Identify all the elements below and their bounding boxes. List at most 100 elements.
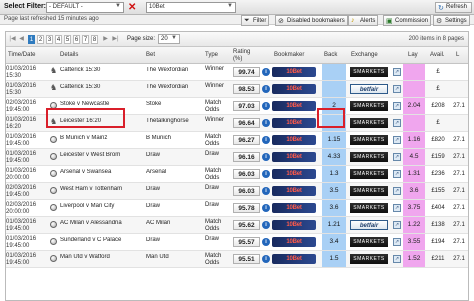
info-icon[interactable]: i — [262, 153, 270, 161]
row-rating: 96.27 — [233, 135, 260, 145]
last-page-button[interactable]: ▶| — [112, 35, 119, 44]
bookmaker-logo[interactable]: 10Bet — [272, 118, 316, 128]
table-row[interactable]: 01/03/2016 15:30 ♞ Catterick 15:30 The Wexfo… — [6, 81, 468, 98]
col-rating[interactable]: Rating (%) — [233, 49, 259, 63]
page-7-button[interactable]: 7 — [82, 35, 89, 44]
exchange-logo[interactable]: SMARKETS — [350, 67, 388, 77]
col-details[interactable]: Details — [60, 52, 78, 59]
table-row[interactable]: 01/03/2016 15:30 ♞ Catterick 15:30 The Wexfo… — [6, 64, 468, 81]
exchange-logo[interactable]: SMARKETS — [350, 169, 388, 179]
page-8-button[interactable]: 8 — [91, 35, 98, 44]
page-4-button[interactable]: 4 — [55, 35, 62, 44]
page-3-button[interactable]: 3 — [46, 35, 53, 44]
exchange-logo[interactable]: betfair — [350, 220, 388, 230]
row-datetime: 01/03/2016 19:45:00 — [6, 253, 42, 266]
table-row[interactable]: 01/03/2016 16:20 ♞ Leicester 16:20 Thetalkin… — [6, 115, 468, 132]
col-time[interactable]: Time/Date — [8, 52, 35, 59]
open-link-icon[interactable]: ↗ — [393, 187, 401, 195]
exchange-logo[interactable]: betfair — [350, 84, 388, 94]
exchange-logo[interactable]: SMARKETS — [350, 203, 388, 213]
first-page-button[interactable]: |◀ — [9, 35, 16, 44]
col-last[interactable]: L — [456, 52, 459, 59]
bookmaker-logo[interactable]: 10Bet — [272, 152, 316, 162]
open-link-icon[interactable]: ↗ — [393, 153, 401, 161]
bookmaker-logo[interactable]: 10Bet — [272, 169, 316, 179]
bookmaker-logo[interactable]: 10Bet — [272, 101, 316, 111]
refresh-button[interactable]: ↻ Refresh — [435, 2, 472, 13]
settings-button[interactable]: ⚙ Settings — [433, 15, 470, 26]
disabled-bookmakers-button[interactable]: ⊘ Disabled bookmakers — [275, 15, 348, 26]
info-icon[interactable]: i — [262, 102, 270, 110]
info-icon[interactable]: i — [262, 187, 270, 195]
info-icon[interactable]: i — [262, 119, 270, 127]
exchange-logo[interactable]: SMARKETS — [350, 237, 388, 247]
bookmaker-logo[interactable]: 10Bet — [272, 203, 316, 213]
bookmaker-logo[interactable]: 10Bet — [272, 84, 316, 94]
chevron-down-icon: ▼ — [115, 3, 121, 9]
info-icon[interactable]: i — [262, 204, 270, 212]
info-icon[interactable]: i — [262, 136, 270, 144]
open-link-icon[interactable]: ↗ — [393, 136, 401, 144]
col-lay[interactable]: Lay — [408, 52, 418, 59]
open-link-icon[interactable]: ↗ — [393, 170, 401, 178]
bookmaker-select[interactable]: 10Bet ▼ — [146, 2, 236, 13]
table-row[interactable]: 01/03/2016 19:45:00 Sunderland v C Palace D… — [6, 234, 468, 251]
table-row[interactable]: 01/03/2016 20:00:00 Arsenal v Swansea Arsen… — [6, 166, 468, 183]
table-row[interactable]: 02/03/2016 20:00:00 Liverpool v Man City Dr… — [6, 200, 468, 217]
bookmaker-logo[interactable]: 10Bet — [272, 67, 316, 77]
exchange-logo[interactable]: SMARKETS — [350, 186, 388, 196]
open-link-icon[interactable]: ↗ — [393, 238, 401, 246]
filter-select[interactable]: - DEFAULT - ▼ — [46, 2, 124, 13]
open-link-icon[interactable]: ↗ — [393, 68, 401, 76]
col-avail[interactable]: Avail. — [430, 52, 445, 59]
open-link-icon[interactable]: ↗ — [393, 221, 401, 229]
next-page-button[interactable]: ▶ — [102, 35, 109, 44]
col-bet[interactable]: Bet — [146, 52, 155, 59]
open-link-icon[interactable]: ↗ — [393, 255, 401, 263]
info-icon[interactable]: i — [262, 255, 270, 263]
open-link-icon[interactable]: ↗ — [393, 204, 401, 212]
exchange-logo[interactable]: SMARKETS — [350, 101, 388, 111]
col-bookmaker[interactable]: Bookmaker — [274, 52, 304, 59]
exchange-logo[interactable]: SMARKETS — [350, 135, 388, 145]
bookmaker-logo[interactable]: 10Bet — [272, 220, 316, 230]
row-last: 27.1 — [453, 256, 465, 262]
table-row[interactable]: 02/03/2016 19:45:00 Stoke v Newcastle Stoke… — [6, 98, 468, 115]
page-2-button[interactable]: 2 — [37, 35, 44, 44]
col-exchange[interactable]: Exchange — [351, 52, 378, 59]
info-icon[interactable]: i — [262, 238, 270, 246]
bookmaker-logo[interactable]: 10Bet — [272, 186, 316, 196]
commission-button[interactable]: ▣ Commission — [383, 15, 432, 26]
info-icon[interactable]: i — [262, 170, 270, 178]
row-available: £155 — [431, 188, 445, 194]
info-icon[interactable]: i — [262, 85, 270, 93]
exchange-logo[interactable]: SMARKETS — [350, 254, 388, 264]
col-type[interactable]: Type — [205, 52, 218, 59]
bookmaker-logo[interactable]: 10Bet — [272, 135, 316, 145]
alerts-button[interactable]: ♪ Alerts — [348, 15, 379, 26]
exchange-logo[interactable]: SMARKETS — [350, 118, 388, 128]
page-size-select[interactable]: 20 ▼ — [158, 34, 180, 44]
info-icon[interactable]: i — [262, 221, 270, 229]
filter-button[interactable]: ⏷ Filter — [241, 15, 270, 26]
open-link-icon[interactable]: ↗ — [393, 102, 401, 110]
page-5-button[interactable]: 5 — [64, 35, 71, 44]
open-link-icon[interactable]: ↗ — [393, 119, 401, 127]
prev-page-button[interactable]: ◀ — [18, 35, 25, 44]
page-6-button[interactable]: 6 — [73, 35, 80, 44]
info-icon[interactable]: i — [262, 68, 270, 76]
page-1-button[interactable]: 1 — [28, 35, 35, 44]
row-datetime: 02/03/2016 20:00:00 — [6, 202, 42, 215]
bookmaker-logo[interactable]: 10Bet — [272, 254, 316, 264]
table-row[interactable]: 01/03/2016 19:45:00 Leicester v West Brom D… — [6, 149, 468, 166]
table-row[interactable]: 01/03/2016 19:45:00 B Munich v Mainz B Muni… — [6, 132, 468, 149]
table-row[interactable]: 02/03/2016 19:45:00 West Ham v Tottenham Dr… — [6, 183, 468, 200]
col-back[interactable]: Back — [324, 52, 337, 59]
bookmaker-logo[interactable]: 10Bet — [272, 237, 316, 247]
open-link-icon[interactable]: ↗ — [393, 85, 401, 93]
clear-filter-icon[interactable]: ✕ — [128, 0, 136, 15]
table-row[interactable]: 01/03/2016 19:45:00 AC Milan v Alessandria… — [6, 217, 468, 234]
row-available: £404 — [431, 205, 445, 211]
table-row[interactable]: 01/03/2016 19:45:00 Man Utd v Watford Man U… — [6, 251, 468, 268]
exchange-logo[interactable]: SMARKETS — [350, 152, 388, 162]
